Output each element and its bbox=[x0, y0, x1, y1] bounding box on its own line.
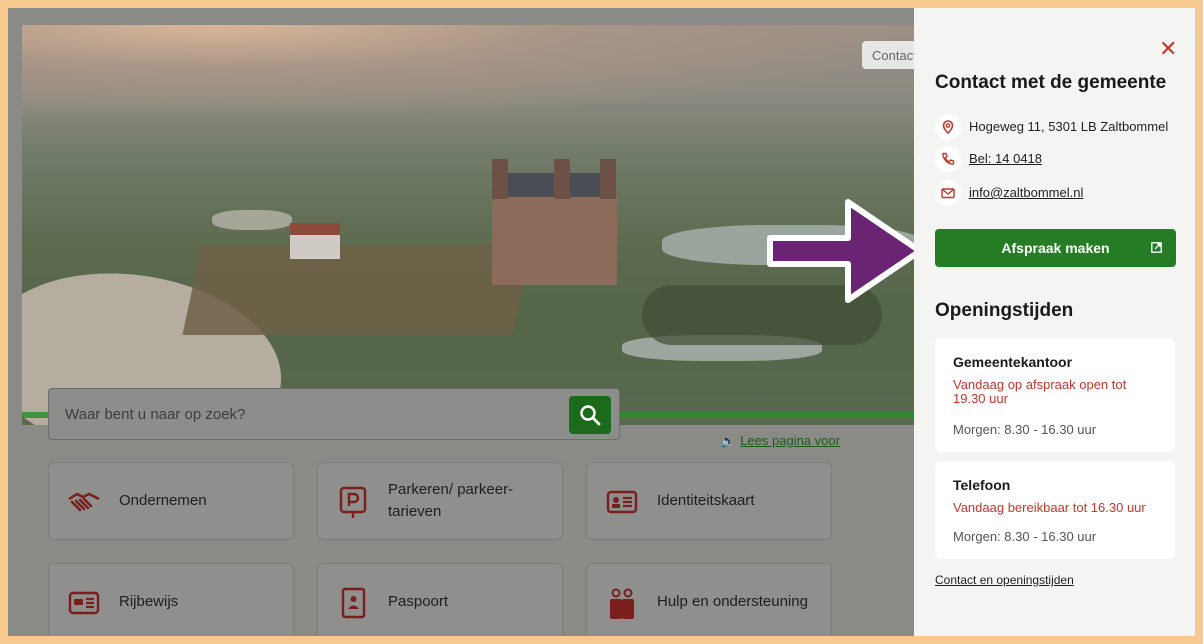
tile-label: Hulp en ondersteuning bbox=[657, 593, 808, 611]
card-tomorrow: Morgen: 8.30 - 16.30 uur bbox=[953, 529, 1097, 544]
close-icon[interactable]: ✕ bbox=[1159, 38, 1177, 60]
mail-icon bbox=[935, 180, 961, 206]
read-aloud-label: Lees pagina voor bbox=[740, 433, 840, 448]
tile-label: Identiteitskaart bbox=[657, 492, 755, 510]
email-row[interactable]: info@zaltbommel.nl bbox=[935, 180, 1185, 206]
external-link-icon bbox=[1151, 242, 1162, 253]
search-bar[interactable]: Waar bent u naar op zoek? bbox=[48, 388, 620, 440]
read-aloud-link[interactable]: 🔈 Lees pagina voor bbox=[720, 433, 840, 449]
appointment-button[interactable]: Afspraak maken bbox=[935, 229, 1176, 267]
card-title: Gemeentekantoor bbox=[953, 354, 1073, 370]
tile-label: Parkeren/ parkeer-tarieven bbox=[388, 481, 514, 520]
passport-icon bbox=[341, 587, 366, 619]
card-title: Telefoon bbox=[953, 477, 1011, 493]
tile-ondernemen[interactable]: Ondernemen bbox=[48, 462, 294, 540]
appointment-label: Afspraak maken bbox=[1001, 240, 1110, 256]
search-input[interactable]: Waar bent u naar op zoek? bbox=[65, 406, 245, 423]
handshake-icon bbox=[68, 492, 100, 512]
opening-hours-title: Openingstijden bbox=[935, 300, 1074, 321]
opening-card-telefoon: Telefoon Vandaag bereikbaar tot 16.30 uu… bbox=[935, 461, 1175, 559]
tile-hulp[interactable]: Hulp en ondersteuning bbox=[586, 563, 832, 636]
address-row: Hogeweg 11, 5301 LB Zaltbommel bbox=[935, 114, 1185, 140]
phone-icon bbox=[935, 146, 961, 172]
location-pin-icon bbox=[935, 114, 961, 140]
email-link[interactable]: info@zaltbommel.nl bbox=[969, 185, 1083, 200]
speaker-icon: 🔈 bbox=[720, 433, 737, 448]
tile-rijbewijs[interactable]: Rijbewijs bbox=[48, 563, 294, 636]
contact-panel: ✕ Contact met de gemeente Hogeweg 11, 53… bbox=[914, 8, 1195, 636]
drivers-license-icon bbox=[68, 591, 100, 615]
contact-opening-hours-link[interactable]: Contact en openingstijden bbox=[935, 573, 1074, 587]
search-icon bbox=[580, 405, 601, 426]
contact-tab[interactable]: Contact bbox=[862, 41, 922, 69]
tile-label: Paspoort bbox=[388, 593, 449, 611]
people-support-icon bbox=[610, 588, 634, 619]
phone-link[interactable]: Bel: 14 0418 bbox=[969, 151, 1042, 166]
address-text: Hogeweg 11, 5301 LB Zaltbommel bbox=[969, 119, 1169, 134]
panel-title: Contact met de gemeente bbox=[935, 72, 1167, 93]
phone-row[interactable]: Bel: 14 0418 bbox=[935, 146, 1185, 172]
tile-identiteitskaart[interactable]: Identiteitskaart bbox=[586, 462, 832, 540]
parking-icon bbox=[339, 486, 367, 518]
tile-paspoort[interactable]: Paspoort bbox=[317, 563, 563, 636]
tile-parkeren[interactable]: Parkeren/ parkeer-tarieven bbox=[317, 462, 563, 540]
id-card-icon bbox=[606, 490, 638, 514]
card-status: Vandaag bereikbaar tot 16.30 uur bbox=[953, 500, 1146, 515]
tile-label: Ondernemen bbox=[119, 492, 207, 510]
purple-arrow-annotation bbox=[767, 199, 923, 303]
card-status: Vandaag op afspraak open tot 19.30 uur bbox=[953, 377, 1127, 406]
opening-card-gemeentekantoor: Gemeentekantoor Vandaag op afspraak open… bbox=[935, 338, 1175, 452]
page-frame: Contact Waar bent u naar op zoek? 🔈 Lees … bbox=[8, 8, 1195, 636]
card-tomorrow: Morgen: 8.30 - 16.30 uur bbox=[953, 422, 1097, 437]
search-button[interactable] bbox=[569, 396, 611, 434]
tile-label: Rijbewijs bbox=[119, 593, 179, 611]
